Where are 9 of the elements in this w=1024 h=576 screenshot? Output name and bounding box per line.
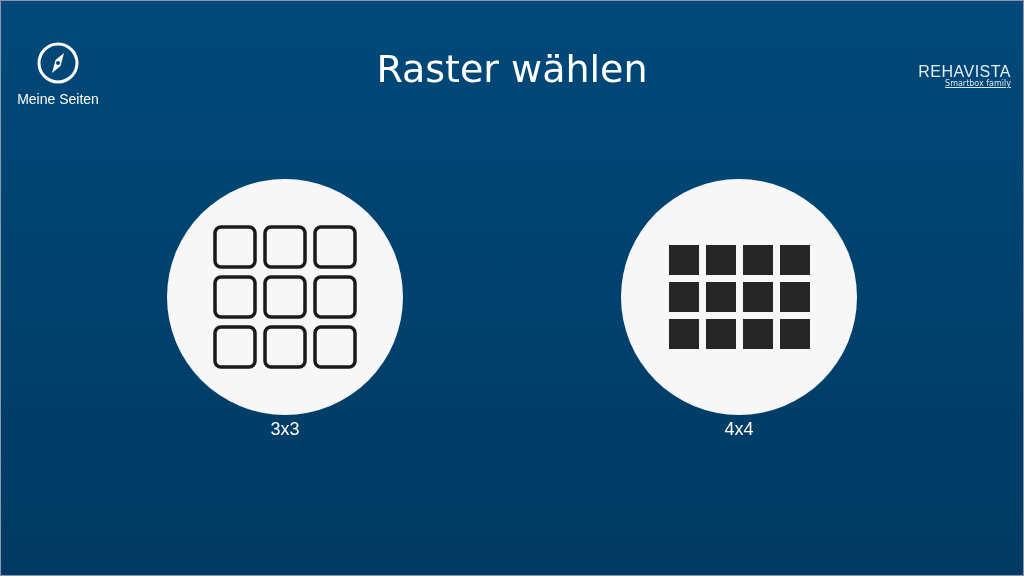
my-pages-button[interactable]: Meine Seiten [17,41,99,107]
logo-name: REHAVISTA [918,63,1011,80]
option-label: 3x3 [270,419,300,440]
outlined-grid-icon [213,225,357,369]
page-title: Raster wählen [375,47,649,91]
option-label: 4x4 [724,419,754,440]
compass-icon [36,41,80,85]
logo-tagline: Smartbox family [945,79,1011,88]
filled-grid-icon [666,245,812,349]
